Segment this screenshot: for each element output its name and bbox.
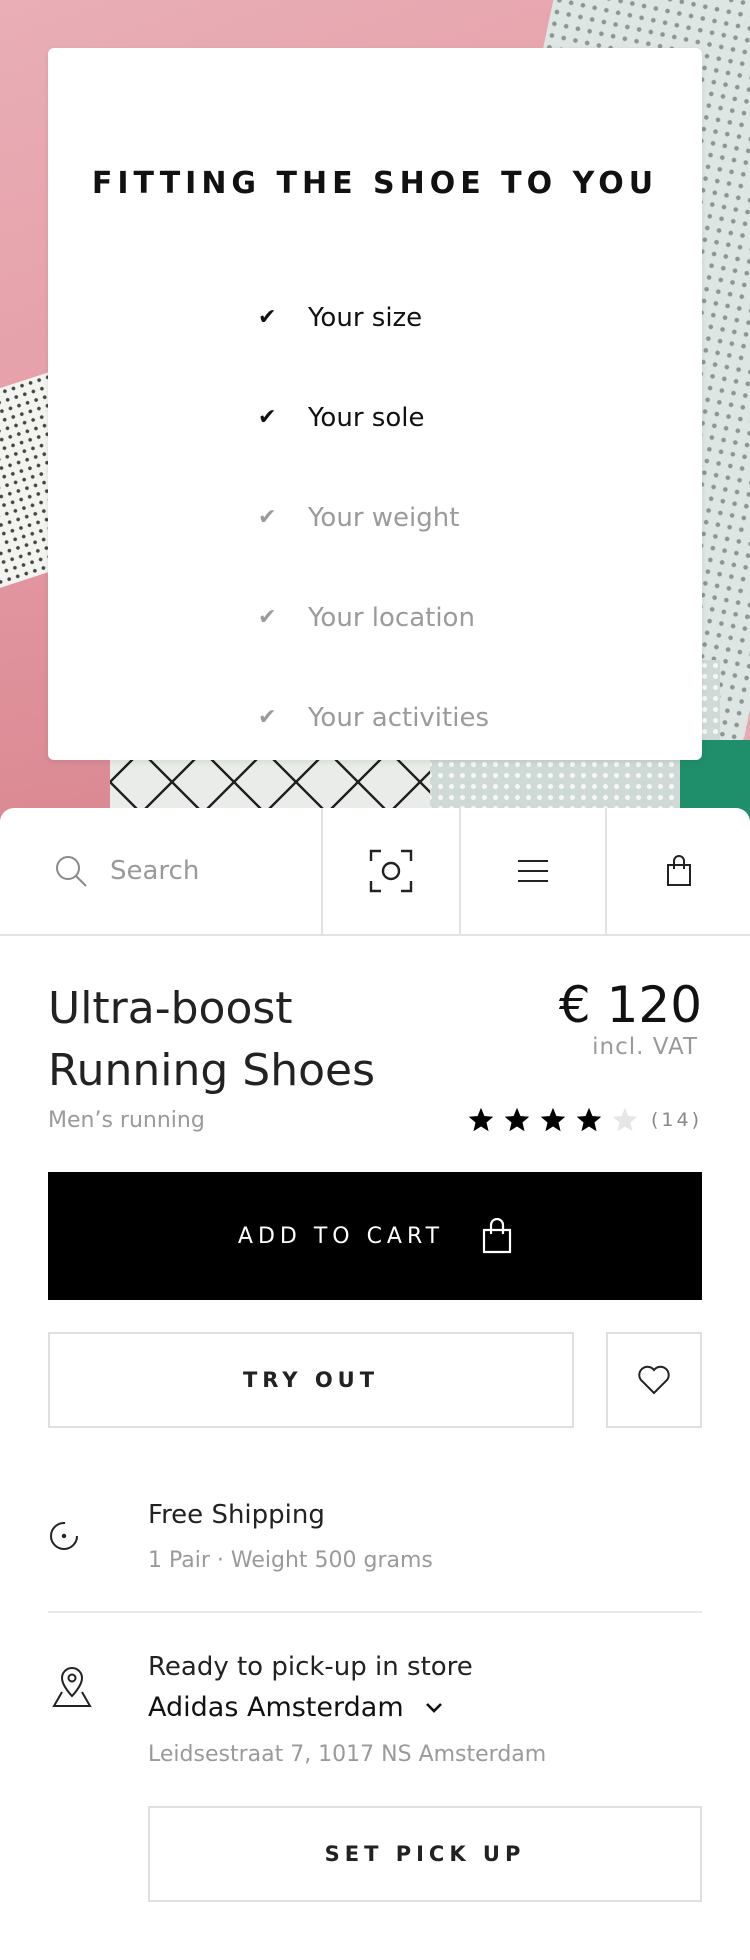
- pickup-title: Ready to pick-up in store: [148, 1652, 473, 1682]
- fitting-item-label: Your sole: [308, 403, 425, 433]
- vat-note: incl. VAT: [592, 1034, 698, 1060]
- menu-icon: [518, 860, 548, 882]
- product-price: € 120: [558, 976, 702, 1034]
- product-name-line2: Running Shoes: [48, 1045, 376, 1096]
- shipping-title: Free Shipping: [148, 1500, 325, 1530]
- scan-button[interactable]: [323, 808, 461, 934]
- fitting-item-activities: ✔ Your activities: [258, 668, 489, 768]
- fitting-checklist: ✔ Your size ✔ Your sole ✔ Your weight ✔ …: [258, 268, 489, 768]
- fitting-item-size: ✔ Your size: [258, 268, 489, 368]
- fitting-item-label: Your activities: [308, 703, 489, 733]
- add-to-cart-label: ADD TO CART: [237, 1223, 445, 1249]
- fitting-item-label: Your location: [308, 603, 475, 633]
- shopping-bag-icon: [666, 855, 691, 886]
- star-icon: [576, 1107, 602, 1132]
- fitting-item-location: ✔ Your location: [258, 568, 489, 668]
- fitting-card: FITTING THE SHOE TO YOU ✔ Your size ✔ Yo…: [48, 48, 702, 760]
- fitting-item-label: Your size: [308, 303, 423, 333]
- shopping-bag-icon: [483, 1218, 512, 1254]
- store-address: Leidsestraat 7, 1017 NS Amsterdam: [148, 1742, 547, 1767]
- store-name: Adidas Amsterdam: [148, 1692, 404, 1723]
- try-out-button[interactable]: TRY OUT: [48, 1332, 574, 1428]
- heart-icon: [638, 1365, 670, 1395]
- bag-button[interactable]: [607, 808, 750, 934]
- check-icon: ✔: [258, 305, 277, 330]
- search-input[interactable]: [110, 856, 290, 886]
- check-icon: ✔: [258, 705, 277, 730]
- add-to-cart-button[interactable]: ADD TO CART: [48, 1172, 702, 1300]
- product-category: Men’s running: [48, 1108, 205, 1133]
- product-sheet: Ultra-boost Running Shoes € 120 incl. VA…: [0, 808, 750, 1960]
- scan-icon: [369, 849, 413, 893]
- divider: [48, 1611, 702, 1613]
- location-pin-icon: [52, 1666, 92, 1707]
- fitting-item-weight: ✔ Your weight: [258, 468, 489, 568]
- star-icon: [468, 1107, 494, 1132]
- search-box[interactable]: [0, 808, 323, 934]
- search-icon: [56, 856, 87, 887]
- check-icon: ✔: [258, 505, 277, 530]
- review-count: (14): [650, 1109, 702, 1131]
- fitting-item-sole: ✔ Your sole: [258, 368, 489, 468]
- product-name-line1: Ultra-boost: [48, 983, 293, 1034]
- menu-button[interactable]: [461, 808, 607, 934]
- fitting-item-label: Your weight: [308, 503, 460, 533]
- wishlist-button[interactable]: [606, 1332, 702, 1428]
- check-icon: ✔: [258, 605, 277, 630]
- fitting-title: FITTING THE SHOE TO YOU: [91, 166, 659, 201]
- shipping-icon: [50, 1522, 78, 1550]
- product-name: Ultra-boost Running Shoes: [48, 978, 468, 1102]
- star-empty-icon: [612, 1107, 638, 1132]
- store-selector[interactable]: Adidas Amsterdam: [148, 1692, 444, 1723]
- star-icon: [504, 1107, 530, 1132]
- shipping-detail: 1 Pair · Weight 500 grams: [148, 1548, 433, 1573]
- check-icon: ✔: [258, 405, 277, 430]
- chevron-down-icon: [425, 1702, 442, 1713]
- toolbar: [0, 808, 750, 936]
- set-pick-up-button[interactable]: SET PICK UP: [148, 1806, 702, 1902]
- rating[interactable]: (14): [459, 1106, 702, 1134]
- star-icon: [540, 1107, 566, 1132]
